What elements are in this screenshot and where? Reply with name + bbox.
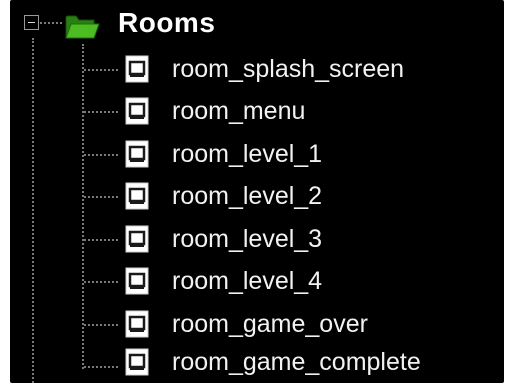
tree-item-room[interactable]: room_menu bbox=[120, 91, 500, 131]
room-icon bbox=[125, 182, 149, 210]
tree-item-label: room_level_1 bbox=[172, 140, 323, 168]
tree-item-room[interactable]: room_level_1 bbox=[120, 134, 500, 174]
folder-open-icon[interactable] bbox=[64, 11, 100, 41]
resource-tree: Rooms room_splash_screen room_menu room_… bbox=[10, 0, 504, 383]
tree-connector-branch bbox=[84, 111, 118, 113]
tree-connector-outer bbox=[32, 38, 34, 383]
tree-connector-branch bbox=[84, 366, 118, 368]
tree-connector-root bbox=[40, 22, 62, 24]
collapse-toggle[interactable] bbox=[24, 15, 39, 30]
tree-item-room[interactable]: room_level_3 bbox=[120, 219, 500, 259]
tree-connector-branch bbox=[84, 324, 118, 326]
tree-connector-branch bbox=[84, 69, 118, 71]
room-icon bbox=[125, 267, 149, 295]
tree-item-label: room_level_2 bbox=[172, 182, 323, 210]
room-icon bbox=[125, 140, 149, 168]
minus-icon bbox=[28, 22, 35, 23]
room-icon bbox=[125, 55, 149, 83]
room-icon bbox=[125, 97, 149, 125]
resource-tree-panel: Rooms room_splash_screen room_menu room_… bbox=[0, 0, 510, 386]
tree-item-label: room_game_over bbox=[172, 310, 368, 338]
tree-root-rooms[interactable]: Rooms bbox=[118, 6, 215, 40]
tree-item-label: room_game_complete bbox=[172, 348, 421, 376]
tree-item-room[interactable]: room_level_4 bbox=[120, 261, 500, 301]
tree-item-label: room_level_4 bbox=[172, 267, 323, 295]
tree-item-room[interactable]: room_game_over bbox=[120, 304, 500, 344]
tree-item-label: room_splash_screen bbox=[172, 55, 405, 83]
tree-item-room[interactable]: room_level_2 bbox=[120, 176, 500, 216]
room-icon bbox=[125, 348, 149, 376]
tree-item-label: room_level_3 bbox=[172, 225, 323, 253]
tree-item-room[interactable]: room_splash_screen bbox=[120, 49, 500, 89]
room-icon bbox=[125, 310, 149, 338]
tree-connector-branch bbox=[84, 239, 118, 241]
tree-connector-branch bbox=[84, 281, 118, 283]
tree-item-label: room_menu bbox=[172, 97, 306, 125]
tree-connector-branch bbox=[84, 196, 118, 198]
tree-connector-branch bbox=[84, 154, 118, 156]
room-icon bbox=[125, 225, 149, 253]
tree-connector-main bbox=[82, 44, 84, 369]
tree-item-room[interactable]: room_game_complete bbox=[120, 342, 500, 382]
